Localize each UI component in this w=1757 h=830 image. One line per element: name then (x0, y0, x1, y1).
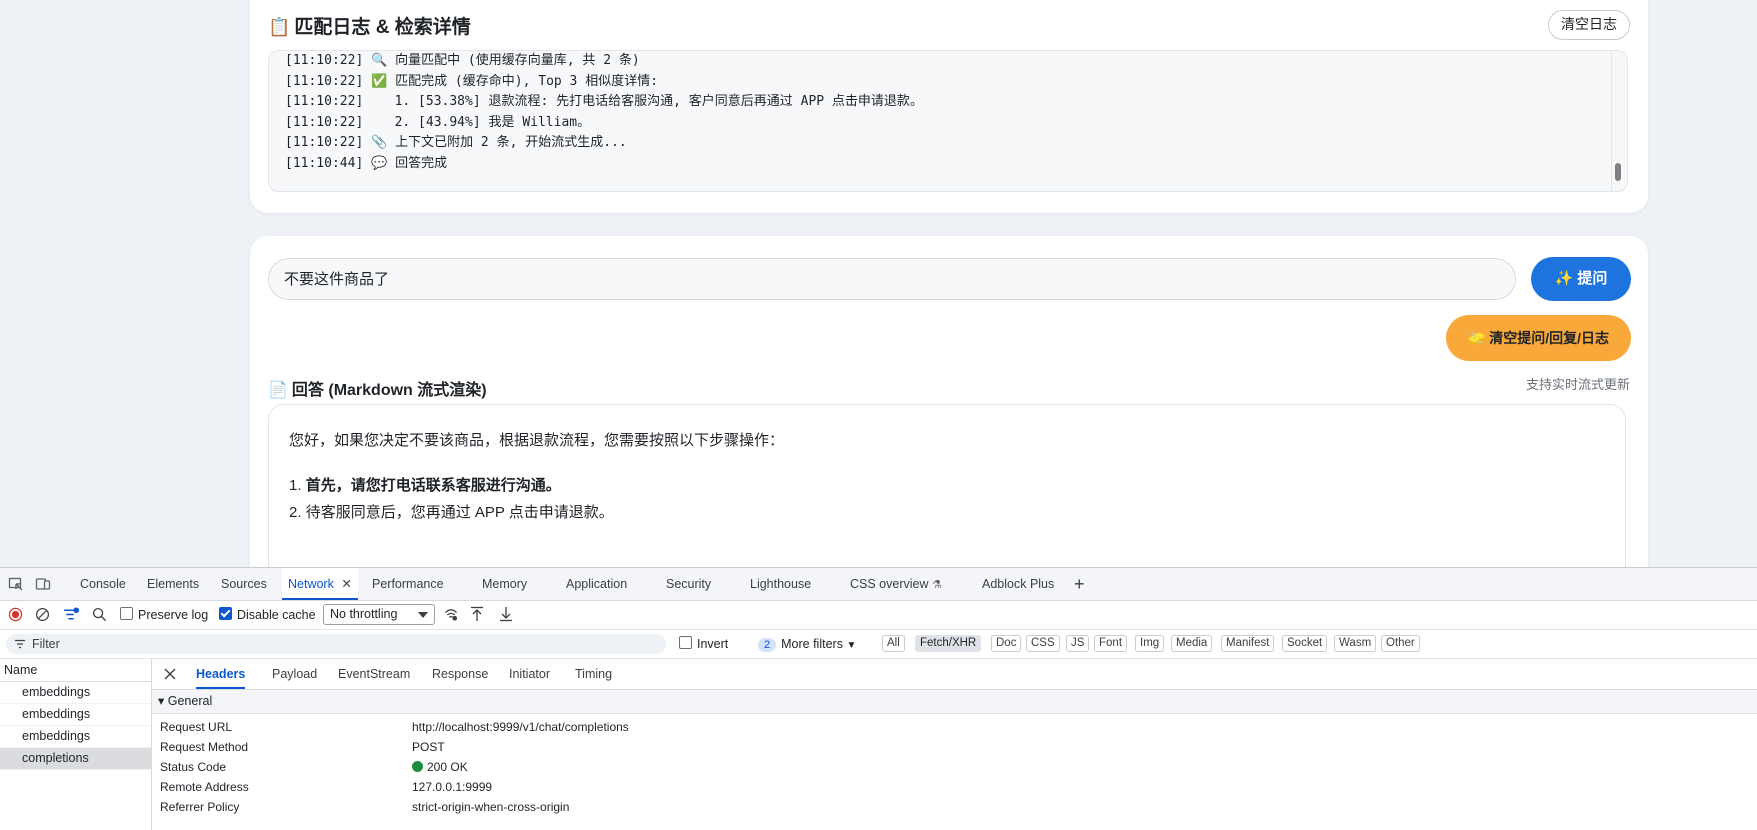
tab-sources[interactable]: Sources (221, 568, 267, 600)
tab-application[interactable]: Application (566, 568, 627, 600)
type-filter-css[interactable]: CSS (1026, 635, 1060, 652)
log-line: [11:10:44] 💬 回答完成 (285, 155, 448, 171)
add-tab-icon[interactable]: + (1074, 568, 1085, 600)
answer-step: 1. 首先，请您打电话联系客服进行沟通。 (289, 477, 561, 494)
answer-intro: 您好，如果您决定不要该商品，根据退款流程，您需要按照以下步骤操作： (289, 432, 785, 449)
request-method-row: Request Method POST (160, 740, 445, 754)
type-filter-manifest[interactable]: Manifest (1221, 635, 1275, 652)
request-detail: Headers Payload EventStream Response Ini… (152, 659, 1757, 830)
tab-initiator[interactable]: Initiator (509, 659, 550, 689)
detail-tabbar: Headers Payload EventStream Response Ini… (152, 659, 1757, 690)
devtools-tabbar: Console Elements Sources Network ✕ Perfo… (0, 568, 1757, 601)
upload-icon[interactable] (470, 606, 484, 622)
request-row[interactable]: embeddings (0, 682, 151, 704)
filter-settings-icon[interactable] (63, 606, 80, 623)
search-icon[interactable] (92, 607, 107, 622)
document-icon: 📄 (268, 382, 288, 399)
tab-adblock-plus[interactable]: Adblock Plus (982, 568, 1054, 600)
chevron-down-icon (418, 612, 428, 618)
tab-performance[interactable]: Performance (372, 568, 444, 600)
throttling-select[interactable]: No throttling (323, 604, 435, 625)
tab-headers[interactable]: Headers (196, 659, 246, 689)
clear-log-button[interactable]: 清空日志 (1548, 10, 1630, 40)
type-filter-font[interactable]: Font (1094, 635, 1128, 652)
tab-response[interactable]: Response (432, 659, 488, 689)
referrer-policy-row: Referrer Policy strict-origin-when-cross-… (160, 800, 570, 814)
status-code-row: Status Code 200 OK (160, 760, 468, 774)
tab-network[interactable]: Network ✕ (282, 568, 358, 600)
network-conditions-icon[interactable] (443, 607, 459, 622)
filter-input[interactable]: Filter (6, 634, 666, 654)
preserve-log-checkbox[interactable]: Preserve log (120, 606, 208, 624)
ask-button[interactable]: ✨ 提问 (1531, 257, 1631, 301)
tab-payload[interactable]: Payload (272, 659, 317, 689)
close-icon[interactable] (163, 667, 177, 681)
log-line: [11:10:22] 2. [43.94%] 我是 William。 (285, 114, 591, 130)
name-column-header[interactable]: Name (0, 659, 151, 682)
type-filter-img[interactable]: Img (1135, 635, 1165, 652)
clear-all-button[interactable]: 🧽 清空提问/回复/日志 (1446, 315, 1631, 361)
clear-icon[interactable] (35, 607, 50, 622)
answer-output: 您好，如果您决定不要该商品，根据退款流程，您需要按照以下步骤操作： 1. 首先，… (268, 404, 1626, 567)
download-icon[interactable] (499, 606, 513, 622)
inspect-element-icon[interactable] (8, 576, 24, 592)
network-filterbar: Filter Invert 2 More filters ▼ All Fetch/… (0, 630, 1757, 659)
chevron-down-icon: ▼ (846, 640, 857, 651)
tab-console[interactable]: Console (80, 568, 126, 600)
log-line: [11:10:22] 📎 上下文已附加 2 条, 开始流式生成... (285, 135, 627, 150)
type-filter-other[interactable]: Other (1381, 635, 1420, 652)
request-row[interactable]: embeddings (0, 726, 151, 748)
tab-lighthouse[interactable]: Lighthouse (750, 568, 811, 600)
answer-hint: 支持实时流式更新 (1525, 377, 1630, 392)
invert-checkbox[interactable]: Invert (679, 635, 728, 653)
tab-memory[interactable]: Memory (482, 568, 527, 600)
log-line: [11:10:22] 🔍 向量匹配中 (使用缓存向量库, 共 2 条) (285, 53, 640, 68)
type-filter-doc[interactable]: Doc (991, 635, 1022, 652)
general-section-header[interactable]: ▾ General (152, 690, 1757, 714)
type-filter-socket[interactable]: Socket (1282, 635, 1328, 652)
tab-elements[interactable]: Elements (147, 568, 199, 600)
request-list: Name embeddings embeddings embeddings co… (0, 659, 152, 830)
log-line: [11:10:22] 1. [53.38%] 退款流程: 先打电话给客服沟通, … (285, 94, 923, 109)
close-tab-icon[interactable]: ✕ (341, 577, 351, 591)
qa-panel: 不要这件商品了 ✨ 提问 🧽 清空提问/回复/日志 📄 回答 (Markdown … (250, 236, 1648, 567)
clipboard-icon: 📋 (268, 17, 291, 37)
tab-security[interactable]: Security (666, 568, 711, 600)
device-toolbar-icon[interactable] (35, 576, 51, 592)
filter-icon (15, 639, 25, 649)
log-line: [11:10:22] ✅ 匹配完成 (缓存命中), Top 3 相似度详情: (285, 73, 659, 89)
more-filters-dropdown[interactable]: 2 More filters ▼ (758, 635, 856, 653)
devtools-panel: Console Elements Sources Network ✕ Perfo… (0, 567, 1757, 830)
answer-step: 2. 待客服同意后，您再通过 APP 点击申请退款。 (289, 504, 614, 521)
log-scrollbar-thumb[interactable] (1615, 163, 1621, 181)
log-output[interactable]: [11:10:22] 🔍 向量匹配中 (使用缓存向量库, 共 2 条) [11:… (268, 50, 1628, 192)
question-input[interactable]: 不要这件商品了 (268, 258, 1516, 300)
log-panel-title: 📋 匹配日志 & 检索详情 (268, 17, 471, 38)
status-ok-dot-icon (412, 761, 423, 772)
type-filter-all[interactable]: All (882, 635, 905, 652)
request-url-row: Request URL http://localhost:9999/v1/chat… (160, 720, 629, 734)
experiment-flask-icon: ⚗ (931, 579, 942, 591)
record-icon[interactable] (8, 607, 23, 622)
remote-address-row: Remote Address 127.0.0.1:9999 (160, 780, 493, 794)
request-row[interactable]: embeddings (0, 704, 151, 726)
tab-eventstream[interactable]: EventStream (338, 659, 410, 689)
answer-title: 📄 回答 (Markdown 流式渲染) (268, 382, 487, 399)
app-page: 📋 匹配日志 & 检索详情 清空日志 [11:10:22] 🔍 向量匹配中 (使用… (0, 0, 1757, 567)
tab-css-overview[interactable]: CSS overview ⚗ (850, 568, 942, 600)
tab-timing[interactable]: Timing (575, 659, 612, 689)
log-scrollbar[interactable] (1611, 51, 1624, 191)
type-filter-js[interactable]: JS (1066, 635, 1090, 652)
disable-cache-checkbox[interactable]: Disable cache (219, 606, 316, 624)
request-row-selected[interactable]: completions (0, 748, 151, 770)
type-filter-media[interactable]: Media (1171, 635, 1213, 652)
network-toolbar: Preserve log Disable cache No throttling (0, 601, 1757, 630)
type-filter-fetch-xhr[interactable]: Fetch/XHR (915, 635, 982, 652)
type-filter-wasm[interactable]: Wasm (1334, 635, 1377, 652)
log-panel: 📋 匹配日志 & 检索详情 清空日志 [11:10:22] 🔍 向量匹配中 (使用… (250, 0, 1648, 213)
